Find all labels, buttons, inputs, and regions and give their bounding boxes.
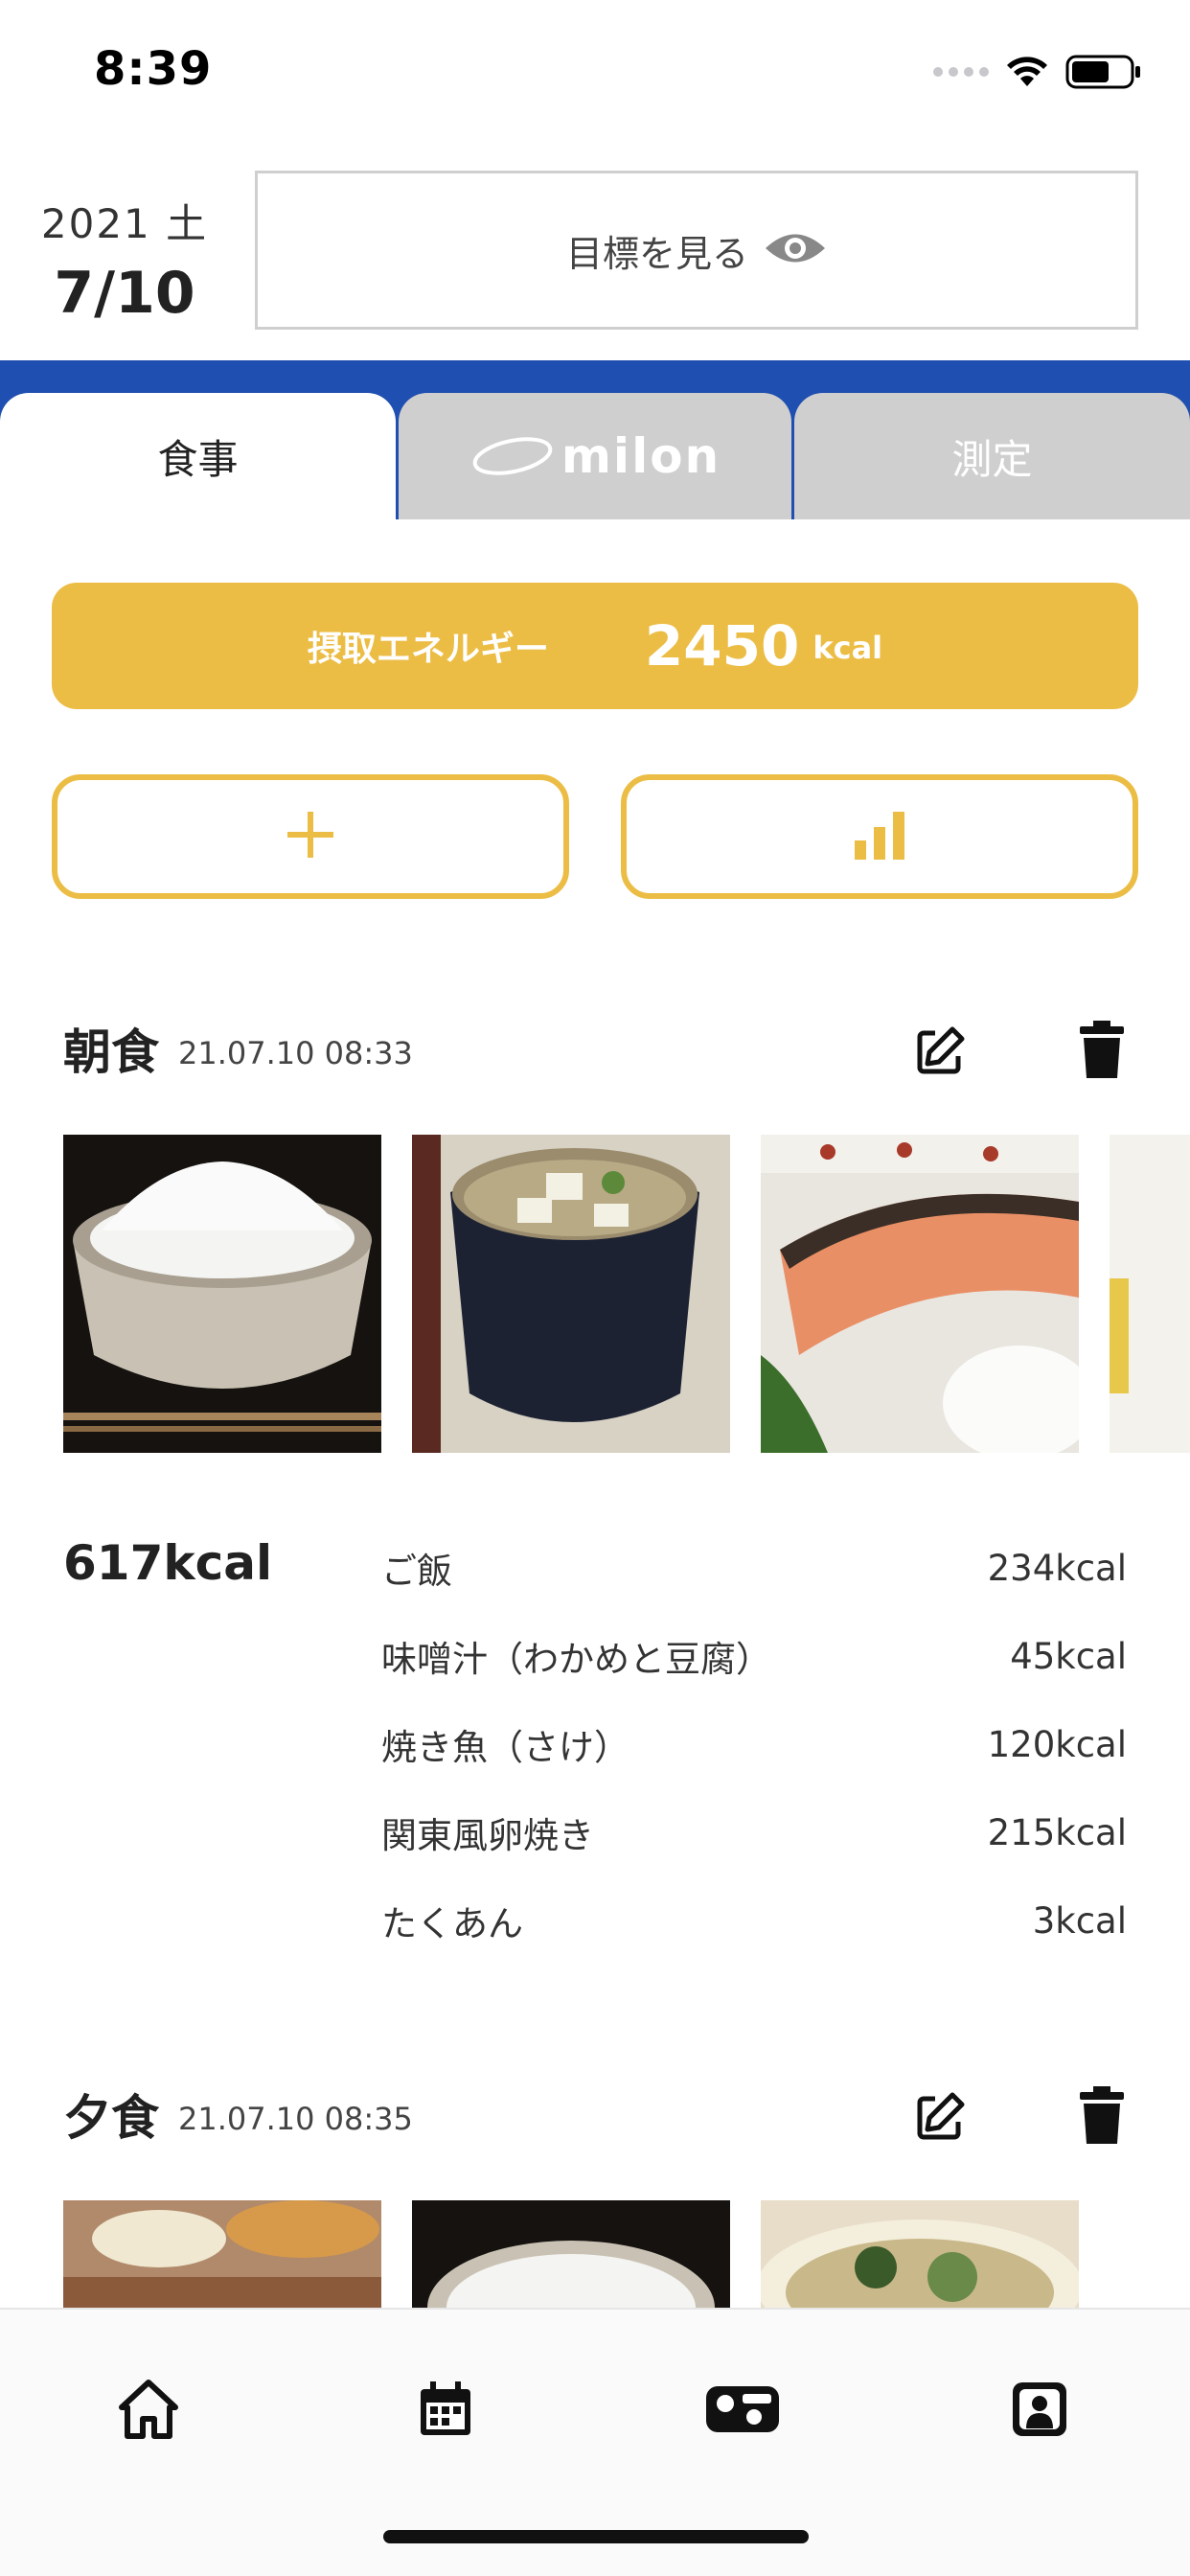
food-name: ご飯 — [381, 1551, 452, 1592]
meal-timestamp: 21.07.10 08:35 — [178, 2101, 413, 2137]
food-list: ご飯 234kcal 味噌汁（わかめと豆腐） 45kcal 焼き魚（さけ） 12… — [381, 1524, 1127, 1965]
meal-photos-breakfast — [63, 1135, 1190, 1453]
meal-actions — [906, 2082, 1136, 2150]
food-item[interactable]: ご飯 234kcal — [381, 1524, 1127, 1612]
status-icons — [933, 54, 1142, 90]
edit-button[interactable] — [906, 1016, 975, 1085]
food-item[interactable]: 焼き魚（さけ） 120kcal — [381, 1700, 1127, 1788]
profile-icon — [1013, 2382, 1066, 2436]
nav-home[interactable] — [101, 2361, 196, 2457]
date-month-day: 7/10 — [54, 260, 195, 327]
stats-button[interactable] — [621, 774, 1138, 899]
meal-total-kcal: 617kcal — [63, 1535, 273, 1591]
plus-icon — [284, 808, 337, 865]
food-name: たくあん — [381, 1903, 523, 1944]
meal-title: 夕食 — [63, 2090, 159, 2146]
tab-meal[interactable]: 食事 — [0, 393, 396, 519]
tab-milon-label: milon — [561, 428, 721, 484]
calendar-icon — [421, 2381, 470, 2435]
meal-timestamp: 21.07.10 08:33 — [178, 1035, 413, 1071]
food-kcal: 234kcal — [987, 1547, 1127, 1589]
energy-unit: kcal — [812, 630, 883, 666]
milon-logo: milon — [469, 428, 721, 484]
nav-profile[interactable] — [992, 2361, 1087, 2457]
edit-icon — [917, 1026, 965, 1074]
food-kcal: 45kcal — [1010, 1635, 1127, 1677]
home-icon — [119, 2380, 178, 2439]
view-goal-button[interactable]: 目標を見る — [255, 171, 1138, 330]
meal-actions — [906, 1016, 1136, 1085]
energy-value: 2450 — [644, 613, 800, 678]
wifi-icon — [1006, 56, 1048, 88]
meal-photos-dinner — [63, 2200, 1190, 2308]
tab-bar: 食事 milon 測定 — [0, 360, 1190, 519]
food-item[interactable]: 関東風卵焼き 215kcal — [381, 1788, 1127, 1876]
nav-meal[interactable] — [695, 2361, 790, 2457]
tab-milon[interactable]: milon — [399, 393, 791, 519]
edit-button[interactable] — [906, 2082, 975, 2150]
date-display[interactable]: 2021 土 7/10 — [29, 192, 220, 327]
tab-meal-label: 食事 — [157, 435, 239, 483]
header: 2021 土 7/10 目標を見る — [0, 144, 1190, 360]
miso-soup-photo[interactable] — [412, 1135, 730, 1453]
food-item[interactable]: たくあん 3kcal — [381, 1876, 1127, 1965]
meal-header-breakfast: 朝食 21.07.10 08:33 — [63, 1010, 1136, 1087]
rice-bowl-photo[interactable] — [412, 2200, 730, 2308]
meal-header-dinner: 夕食 21.07.10 08:35 — [63, 2076, 1136, 2152]
food-kcal: 215kcal — [987, 1811, 1127, 1853]
delete-button[interactable] — [1067, 2082, 1136, 2150]
food-name: 焼き魚（さけ） — [381, 1727, 629, 1768]
energy-label: 摂取エネルギー — [307, 630, 549, 669]
bar-chart-icon — [851, 808, 908, 865]
rice-bowl-photo[interactable] — [63, 1135, 381, 1453]
food-name: 味噌汁（わかめと豆腐） — [381, 1639, 771, 1680]
food-name: 関東風卵焼き — [381, 1815, 594, 1856]
meal-icon — [706, 2386, 779, 2432]
grilled-vegetables-photo[interactable] — [63, 2200, 381, 2308]
tab-measure[interactable]: 測定 — [794, 393, 1190, 519]
battery-icon — [1065, 54, 1142, 90]
home-indicator — [383, 2530, 809, 2543]
energy-summary: 摂取エネルギー 2450 kcal — [52, 583, 1138, 709]
delete-button[interactable] — [1067, 1016, 1136, 1085]
grilled-salmon-photo[interactable] — [761, 1135, 1079, 1453]
signal-icon — [933, 67, 989, 77]
nav-calendar[interactable] — [398, 2361, 493, 2457]
add-meal-button[interactable] — [52, 774, 569, 899]
food-item[interactable]: 味噌汁（わかめと豆腐） 45kcal — [381, 1612, 1127, 1700]
tab-measure-label: 測定 — [951, 435, 1033, 483]
meal-title: 朝食 — [63, 1024, 159, 1080]
date-year: 2021 土 — [40, 200, 209, 247]
edit-icon — [917, 2092, 965, 2140]
status-bar: 8:39 — [0, 0, 1190, 144]
tamagoyaki-photo[interactable] — [1110, 1135, 1190, 1453]
food-kcal: 120kcal — [987, 1723, 1127, 1765]
eye-icon — [764, 228, 827, 272]
view-goal-label: 目標を見る — [565, 232, 748, 275]
vegetable-soup-photo[interactable] — [761, 2200, 1079, 2308]
status-time: 8:39 — [94, 42, 213, 96]
trash-icon — [1080, 1021, 1124, 1078]
trash-icon — [1080, 2086, 1124, 2144]
food-kcal: 3kcal — [1032, 1899, 1127, 1942]
